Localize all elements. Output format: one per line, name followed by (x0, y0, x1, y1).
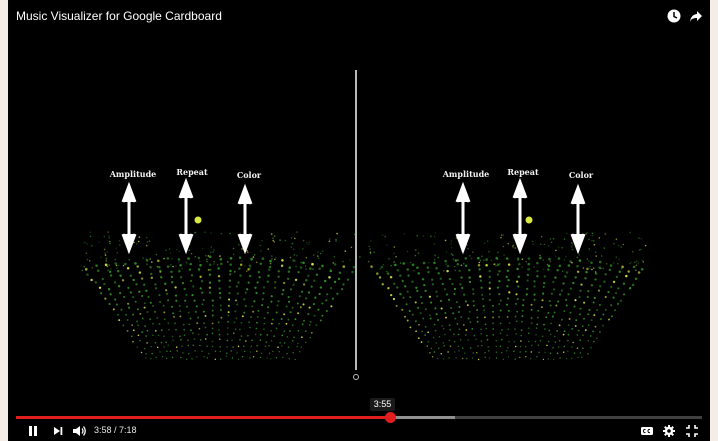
label-repeat-left: Repeat (176, 167, 208, 177)
cursor-dot-left (194, 216, 202, 224)
point-cloud-left (81, 231, 361, 361)
left-eye-view: Amplitude Repeat Color (81, 167, 361, 361)
captions-icon[interactable] (640, 424, 654, 438)
eye-divider (355, 70, 357, 370)
share-icon[interactable] (689, 9, 703, 23)
label-amplitude-left: Amplitude (109, 169, 157, 179)
exit-fullscreen-icon[interactable] (685, 424, 699, 438)
played-bar (16, 416, 390, 419)
cardboard-gear-icon (353, 374, 359, 380)
label-color-left: Color (237, 170, 262, 180)
right-eye-view: Amplitude Repeat Color (367, 167, 647, 361)
time-separator: / (111, 425, 120, 435)
time-display: 3:58 / 7:18 (94, 425, 137, 435)
label-repeat-right: Repeat (507, 167, 539, 177)
point-cloud-right (367, 231, 647, 361)
label-color-right: Color (569, 170, 594, 180)
progress-bar[interactable] (16, 412, 702, 423)
next-icon[interactable] (52, 424, 64, 438)
pause-icon[interactable] (27, 424, 39, 438)
repeat-arrow-right (512, 177, 528, 255)
video-player[interactable]: Amplitude Repeat Color Amplitude Repeat … (8, 0, 710, 441)
color-arrow-left (237, 183, 253, 255)
cursor-dot-right (525, 216, 533, 224)
volume-icon[interactable] (72, 424, 88, 438)
settings-icon[interactable] (662, 424, 676, 438)
repeat-arrow-left (178, 177, 194, 255)
amplitude-arrow-right (455, 181, 471, 255)
video-title[interactable]: Music Visualizer for Google Cardboard (16, 9, 222, 23)
amplitude-arrow-left (121, 181, 137, 255)
scrubber-handle[interactable] (384, 412, 396, 423)
duration: 7:18 (119, 425, 137, 435)
color-arrow-right (570, 183, 586, 255)
watch-later-icon[interactable] (667, 9, 681, 23)
label-amplitude-right: Amplitude (442, 169, 490, 179)
vr-scene: Amplitude Repeat Color Amplitude Repeat … (81, 167, 647, 380)
scrub-time-tooltip: 3:55 (370, 398, 395, 411)
current-time: 3:58 (94, 425, 112, 435)
